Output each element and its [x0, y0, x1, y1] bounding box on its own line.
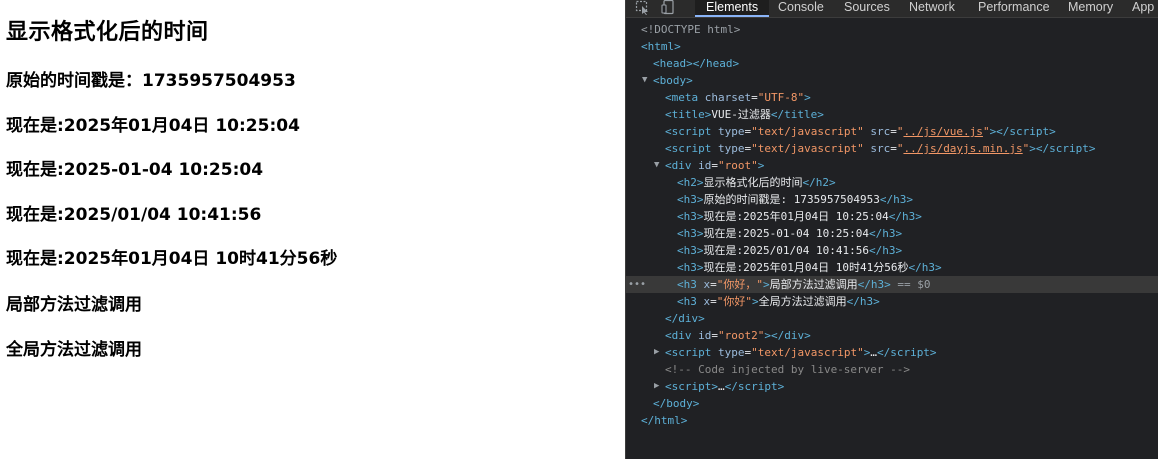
dom-node-h3[interactable]: <h3>现在是:2025年01月04日 10:25:04</h3>	[626, 208, 1158, 225]
dom-tree: <!DOCTYPE html> <html> <head></head> ▼ <…	[626, 18, 1158, 459]
head-tag: <head></head>	[653, 57, 740, 70]
tab-application[interactable]: App	[1132, 0, 1154, 17]
h3-text: 局部方法过滤调用	[769, 278, 858, 291]
body-close-tag: </body>	[653, 397, 700, 410]
expand-triangle-icon[interactable]: ▼	[654, 157, 659, 174]
dom-node-script-vue[interactable]: <script type="text/javascript" src="../j…	[626, 123, 1158, 140]
dom-node-div-close[interactable]: </div>	[626, 310, 1158, 327]
dom-node-h3[interactable]: <h3>现在是:2025-01-04 10:25:04</h3>	[626, 225, 1158, 242]
dom-node-div-root[interactable]: ▼ <div id="root">	[626, 157, 1158, 174]
dom-node-title[interactable]: <title>VUE-过滤器</title>	[626, 106, 1158, 123]
tab-sources[interactable]: Sources	[844, 0, 890, 17]
collapse-triangle-icon[interactable]: ▶	[654, 378, 659, 395]
div-root2-id: root2	[724, 329, 758, 342]
device-toolbar-icon[interactable]	[661, 0, 677, 15]
tab-elements[interactable]: Elements	[695, 0, 770, 17]
live-server-comment: <!-- Code injected by live-server -->	[665, 363, 911, 376]
doctype-text: <!DOCTYPE html>	[641, 23, 741, 36]
ellipsis: …	[717, 380, 725, 393]
ellipsis: …	[870, 346, 877, 359]
meta-charset-value: UTF-8	[764, 91, 798, 104]
timestamp-line: 原始的时间戳是：1735957504953	[6, 71, 296, 91]
devtools-toolbar: Elements Console Sources Network Perform…	[626, 0, 1158, 18]
dom-node-comment[interactable]: <!-- Code injected by live-server -->	[626, 361, 1158, 378]
html-close-tag: </html>	[641, 414, 688, 427]
formatted-time-line-3: 现在是:2025/01/04 10:41:56	[6, 205, 262, 225]
h3-text: 现在是:2025年01月04日 10时41分56秒	[703, 261, 909, 274]
dom-node-body-close[interactable]: </body>	[626, 395, 1158, 412]
dom-node-script-collapsed[interactable]: ▶ <script type="text/javascript">…</scri…	[626, 344, 1158, 361]
dom-node-doctype[interactable]: <!DOCTYPE html>	[626, 21, 1158, 38]
tab-network[interactable]: Network	[909, 0, 955, 17]
h3-text: 现在是:2025-01-04 10:25:04	[703, 227, 869, 240]
h3-text: 全局方法过滤调用	[758, 295, 847, 308]
dom-node-script-collapsed[interactable]: ▶ <script>…</script>	[626, 378, 1158, 395]
formatted-time-line-1: 现在是:2025年01月04日 10:25:04	[6, 116, 300, 136]
page-heading: 显示格式化后的时间	[6, 20, 209, 45]
h3-text: 原始的时间戳是: 1735957504953	[703, 193, 880, 206]
h3-text: 现在是:2025年01月04日 10:25:04	[703, 210, 889, 223]
rendered-page: 显示格式化后的时间 原始的时间戳是：1735957504953 现在是:2025…	[0, 0, 625, 459]
script-src-vue-link[interactable]: ../js/vue.js	[903, 125, 982, 138]
devtools-panel: Elements Console Sources Network Perform…	[625, 0, 1158, 459]
global-filter-line: 全局方法过滤调用	[6, 340, 142, 360]
dom-node-html[interactable]: <html>	[626, 38, 1158, 55]
dom-node-script-dayjs[interactable]: <script type="text/javascript" src="../j…	[626, 140, 1158, 157]
tab-performance[interactable]: Performance	[978, 0, 1050, 17]
script-type-value: text/javascript	[757, 142, 858, 155]
script-type-value: text/javascript	[757, 125, 858, 138]
html-open-tag: <html>	[641, 40, 681, 53]
collapse-triangle-icon[interactable]: ▶	[654, 344, 659, 361]
more-options-icon[interactable]: •••	[628, 276, 646, 293]
inspect-element-icon[interactable]	[635, 0, 651, 15]
dom-node-h3[interactable]: <h3>现在是:2025年01月04日 10时41分56秒</h3>	[626, 259, 1158, 276]
dom-node-div-root2[interactable]: <div id="root2"></div>	[626, 327, 1158, 344]
script-type-value: text/javascript	[757, 346, 858, 359]
dom-node-html-close[interactable]: </html>	[626, 412, 1158, 429]
body-open-tag: <body>	[653, 74, 693, 87]
div-root-id: root	[724, 159, 752, 172]
h3-text: 现在是:2025/01/04 10:41:56	[703, 244, 869, 257]
dom-node-h3[interactable]: <h3>原始的时间戳是: 1735957504953</h3>	[626, 191, 1158, 208]
dom-node-h3[interactable]: <h3 x="你好">全局方法过滤调用</h3>	[626, 293, 1158, 310]
dom-node-body[interactable]: ▼ <body>	[626, 72, 1158, 89]
tab-console[interactable]: Console	[778, 0, 824, 17]
title-text: VUE-过滤器	[711, 108, 771, 121]
dom-node-h2[interactable]: <h2>显示格式化后的时间</h2>	[626, 174, 1158, 191]
dom-node-h3[interactable]: <h3>现在是:2025/01/04 10:41:56</h3>	[626, 242, 1158, 259]
tab-memory[interactable]: Memory	[1068, 0, 1113, 17]
local-filter-line: 局部方法过滤调用	[6, 295, 142, 315]
h3-x-value: 你好，	[723, 278, 757, 291]
dom-node-meta[interactable]: <meta charset="UTF-8">	[626, 89, 1158, 106]
dom-node-h3-selected[interactable]: ••• <h3 x="你好，">局部方法过滤调用</h3> == $0	[626, 276, 1158, 293]
expand-triangle-icon[interactable]: ▼	[642, 72, 647, 89]
h2-text: 显示格式化后的时间	[703, 176, 803, 189]
selected-marker: == $0	[897, 278, 931, 291]
formatted-time-line-4: 现在是:2025年01月04日 10时41分56秒	[6, 249, 338, 269]
script-src-dayjs-link[interactable]: ../js/dayjs.min.js	[903, 142, 1022, 155]
h3-x-value: 你好	[723, 295, 746, 308]
formatted-time-line-2: 现在是:2025-01-04 10:25:04	[6, 160, 264, 180]
dom-node-head[interactable]: <head></head>	[626, 55, 1158, 72]
